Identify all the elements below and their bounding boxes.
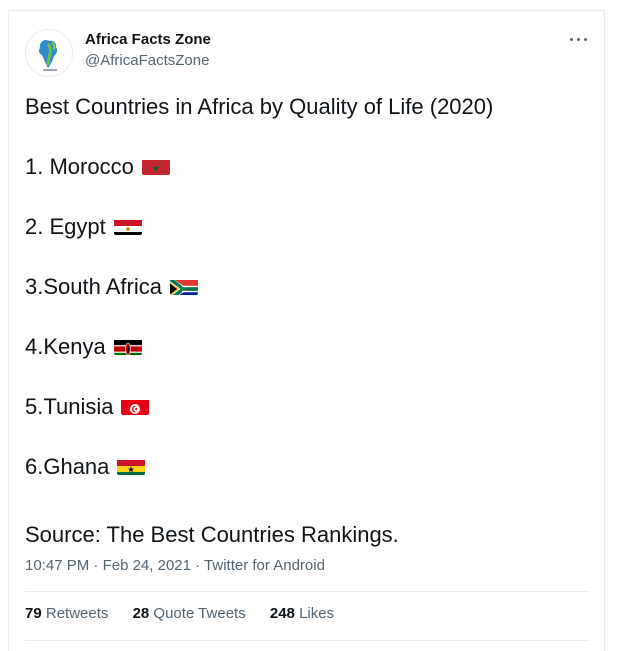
list-item: 6.Ghana [25, 453, 146, 481]
list-item: 5.Tunisia [25, 393, 150, 421]
list-item-label: 1. Morocco [25, 154, 134, 179]
list-item-label: 6.Ghana [25, 454, 110, 479]
list-item: 3.South Africa [25, 273, 198, 301]
morocco-flag-icon [141, 157, 170, 176]
tweet-card: Africa Facts Zone @AfricaFactsZone Best … [8, 10, 605, 651]
meta-separator: · [89, 557, 103, 574]
retweets-label: Retweets [45, 605, 109, 622]
divider [25, 591, 590, 592]
likes-count: 248 [269, 605, 295, 622]
list-item-label: 2. Egypt [25, 214, 106, 239]
retweets-stat[interactable]: 79 Retweets [25, 605, 108, 622]
list-item: 4.Kenya [25, 333, 142, 361]
egypt-flag-icon [113, 217, 142, 236]
tweet-time-link[interactable]: 10:47 PM · Feb 24, 2021 [25, 557, 191, 574]
tweet-header: Africa Facts Zone @AfricaFactsZone [25, 25, 590, 77]
tweet-stats: 79 Retweets 28 Quote Tweets 248 Likes [25, 605, 354, 622]
retweets-count: 79 [25, 605, 42, 622]
tweet-meta: 10:47 PM · Feb 24, 2021 · Twitter for An… [25, 557, 325, 574]
account-name[interactable]: Africa Facts Zone [85, 31, 211, 48]
tweet-client-link[interactable]: Twitter for Android [204, 557, 325, 574]
south-africa-flag-icon [169, 277, 198, 296]
likes-label: Likes [299, 605, 335, 622]
africa-logo-icon [38, 40, 58, 71]
quote-tweets-stat[interactable]: 28 Quote Tweets [133, 605, 246, 622]
tweet-source-text: Source: The Best Countries Rankings. [25, 522, 399, 547]
tweet-date: Feb 24, 2021 [102, 557, 191, 574]
tweet-time: 10:47 PM [25, 557, 90, 574]
ghana-flag-icon [117, 457, 146, 476]
list-item: 1. Morocco [25, 153, 170, 181]
list-item: 2. Egypt [25, 213, 142, 241]
tweet-title: Best Countries in Africa by Quality of L… [25, 94, 494, 119]
list-item-label: 3.South Africa [25, 274, 162, 299]
avatar[interactable] [25, 29, 73, 77]
list-item-label: 5.Tunisia [25, 394, 114, 419]
quote-tweets-label: Quote Tweets [153, 605, 246, 622]
account-handle[interactable]: @AfricaFactsZone [85, 52, 209, 69]
divider [25, 640, 590, 641]
list-item-label: 4.Kenya [25, 334, 106, 359]
tunisia-flag-icon [121, 397, 150, 416]
quote-tweets-count: 28 [132, 605, 150, 622]
more-options-icon[interactable] [568, 29, 590, 49]
meta-separator: · [190, 557, 205, 574]
likes-stat[interactable]: 248 Likes [270, 605, 334, 622]
kenya-flag-icon [113, 337, 142, 356]
